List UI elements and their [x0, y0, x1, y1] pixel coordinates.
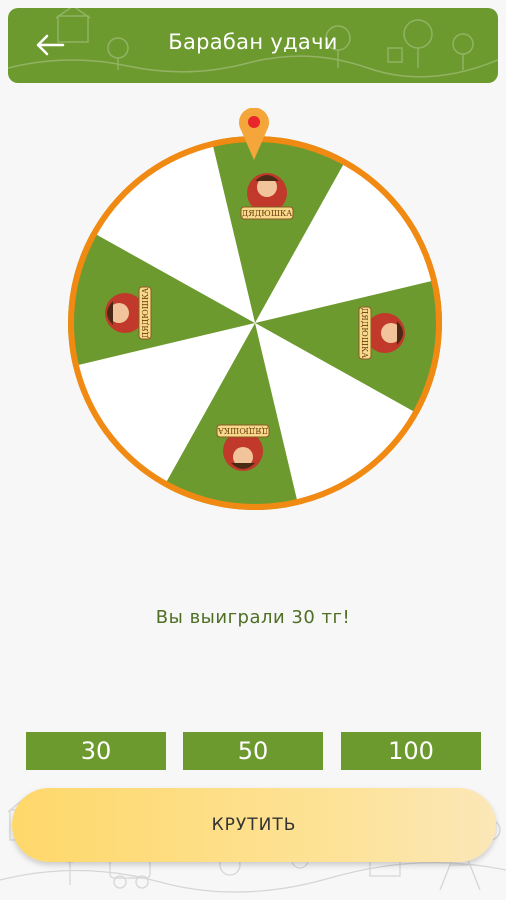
wheel-graphic: ДЯДЮШКА ДЯДЮШКА ДЯДЮШКА ДЯДЮШКА: [68, 107, 442, 510]
svg-text:ДЯДЮШКА: ДЯДЮШКА: [242, 209, 292, 218]
spin-button[interactable]: КРУТИТЬ: [12, 788, 496, 862]
app-header: Барабан удачи: [8, 8, 498, 83]
svg-text:ДЯДЮШКА: ДЯДЮШКА: [360, 308, 369, 358]
bet-button-50[interactable]: 50: [183, 732, 323, 770]
result-text: Вы выиграли 30 тг!: [155, 607, 351, 628]
bet-options: 30 50 100: [0, 732, 506, 770]
bet-button-30[interactable]: 30: [26, 732, 166, 770]
page-title: Барабан удачи: [168, 30, 338, 54]
svg-text:ДЯДЮШКА: ДЯДЮШКА: [218, 426, 268, 435]
fortune-wheel[interactable]: ДЯДЮШКА ДЯДЮШКА ДЯДЮШКА ДЯДЮШКА: [68, 107, 442, 518]
svg-text:ДЯДЮШКА: ДЯДЮШКА: [141, 288, 150, 338]
bet-button-100[interactable]: 100: [341, 732, 481, 770]
